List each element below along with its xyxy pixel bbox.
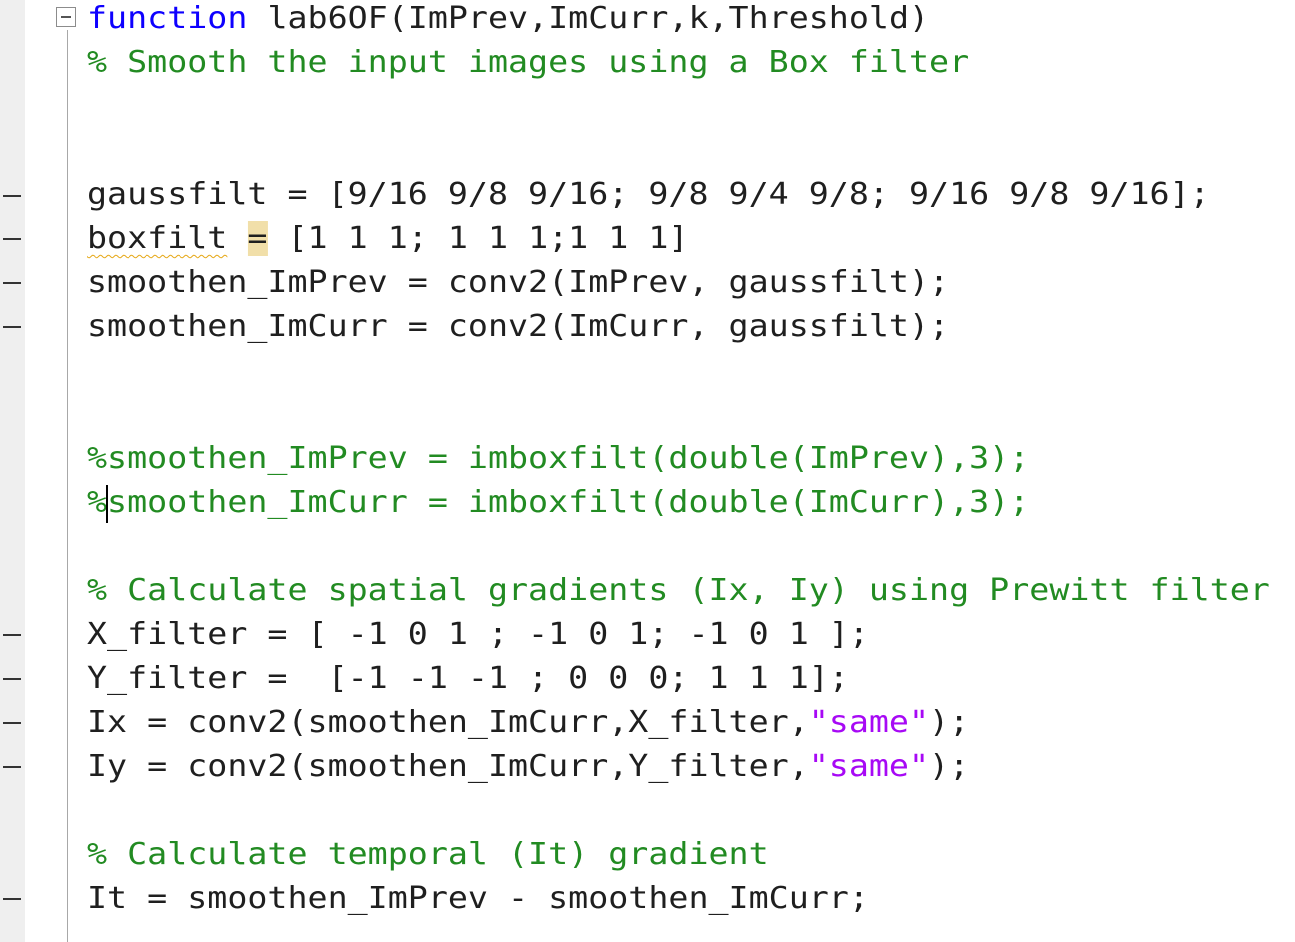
ix-expression: Ix = conv2(smoothen_ImCurr,X_filter, [87, 705, 809, 740]
breakpoint-marker[interactable] [3, 766, 21, 768]
code-editor[interactable]: function lab6OF(ImPrev,ImCurr,k,Threshol… [0, 0, 1295, 942]
code-line-function-declaration[interactable]: function lab6OF(ImPrev,ImCurr,k,Threshol… [87, 0, 929, 41]
iy-expression: Iy = conv2(smoothen_ImCurr,Y_filter, [87, 749, 809, 784]
missing-semicolon-highlight[interactable]: = [247, 221, 268, 256]
code-line-comment-spatial-gradients[interactable]: % Calculate spatial gradients (Ix, Iy) u… [87, 569, 1270, 613]
breakpoint-marker[interactable] [3, 238, 21, 240]
fold-guide-line [67, 30, 68, 942]
breakpoint-marker[interactable] [3, 678, 21, 680]
ix-same-string: "same" [808, 705, 930, 740]
code-line-ix[interactable]: Ix = conv2(smoothen_ImCurr,X_filter,"sam… [87, 701, 969, 745]
collapse-function-icon[interactable] [56, 7, 76, 27]
code-line-smoothen-imprev[interactable]: smoothen_ImPrev = conv2(ImPrev, gaussfil… [87, 261, 949, 305]
iy-expression-end: ); [929, 749, 970, 784]
code-line-it[interactable]: It = smoothen_ImPrev - smoothen_ImCurr; [87, 877, 869, 921]
code-line-commented-imboxfilt-prev[interactable]: %smoothen_ImPrev = imboxfilt(double(ImPr… [87, 437, 1029, 481]
function-keyword: function [87, 1, 248, 36]
code-line-iy[interactable]: Iy = conv2(smoothen_ImCurr,Y_filter,"sam… [87, 745, 969, 789]
breakpoint-marker[interactable] [3, 195, 21, 197]
code-line-comment-temporal-gradient[interactable]: % Calculate temporal (It) gradient [87, 833, 769, 877]
code-line-gaussfilt[interactable]: gaussfilt = [9/16 9/8 9/16; 9/8 9/4 9/8;… [87, 173, 1210, 217]
boxfilt-space [227, 221, 247, 256]
breakpoint-marker[interactable] [3, 722, 21, 724]
code-line-y-filter[interactable]: Y_filter = [-1 -1 -1 ; 0 0 0; 1 1 1]; [87, 657, 849, 701]
breakpoint-marker[interactable] [3, 634, 21, 636]
ix-expression-end: ); [929, 705, 970, 740]
boxfilt-variable-warning[interactable]: boxfilt [87, 221, 227, 256]
code-line-x-filter[interactable]: X_filter = [ -1 0 1 ; -1 0 1; -1 0 1 ]; [87, 613, 869, 657]
text-cursor [106, 485, 108, 523]
breakpoint-marker[interactable] [3, 898, 21, 900]
editor-gutter [0, 0, 25, 942]
breakpoint-marker[interactable] [3, 326, 21, 328]
code-line-comment-smooth[interactable]: % Smooth the input images using a Box fi… [87, 41, 969, 85]
function-signature: lab6OF(ImPrev,ImCurr,k,Threshold) [247, 1, 930, 36]
breakpoint-marker[interactable] [3, 282, 21, 284]
code-line-commented-imboxfilt-curr[interactable]: %smoothen_ImCurr = imboxfilt(double(ImCu… [87, 481, 1029, 525]
iy-same-string: "same" [808, 749, 930, 784]
boxfilt-value: [1 1 1; 1 1 1;1 1 1] [267, 221, 689, 256]
code-line-boxfilt[interactable]: boxfilt = [1 1 1; 1 1 1;1 1 1] [87, 217, 688, 261]
code-line-smoothen-imcurr[interactable]: smoothen_ImCurr = conv2(ImCurr, gaussfil… [87, 305, 949, 349]
